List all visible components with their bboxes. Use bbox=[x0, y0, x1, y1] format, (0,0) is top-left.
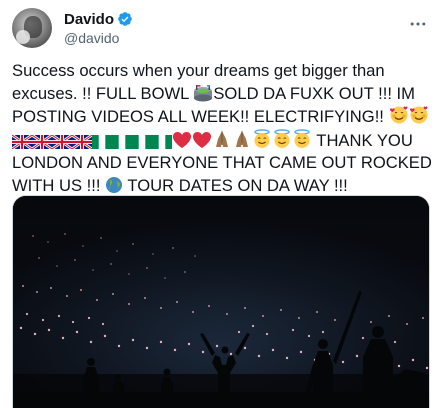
verified-badge-icon bbox=[118, 12, 132, 26]
stadium-emoji-icon bbox=[194, 84, 213, 102]
tweet-media-photo[interactable] bbox=[12, 195, 430, 408]
author-handle[interactable]: @davido bbox=[64, 30, 133, 46]
nigeria-flag-emoji-icon bbox=[152, 134, 172, 149]
uk-flag-emoji-icon bbox=[52, 134, 72, 149]
tweet-card[interactable]: Davido @davido Success occurs when your … bbox=[0, 0, 442, 408]
smiling-face-with-halo-emoji-icon bbox=[294, 129, 310, 148]
nigeria-flag-emoji-icon bbox=[92, 134, 112, 149]
nigeria-flag-emoji-icon bbox=[112, 134, 132, 149]
author-avatar[interactable] bbox=[12, 8, 52, 48]
nigeria-flag-emoji-icon bbox=[132, 134, 152, 149]
avatar-hand bbox=[16, 30, 30, 44]
concert-photo-image bbox=[13, 196, 429, 408]
smiling-face-with-halo-emoji-icon bbox=[254, 129, 270, 148]
smiling-face-with-halo-emoji-icon bbox=[274, 129, 290, 148]
author-info: Davido @davido bbox=[64, 10, 133, 46]
author-display-name[interactable]: Davido bbox=[64, 11, 114, 28]
folded-hands-emoji-icon bbox=[216, 130, 228, 147]
more-options-icon[interactable] bbox=[408, 14, 428, 34]
smiling-face-with-hearts-emoji-icon bbox=[389, 106, 408, 124]
tweet-header: Davido @davido bbox=[12, 8, 432, 48]
uk-flag-emoji-icon bbox=[72, 134, 92, 149]
uk-flag-emoji-icon bbox=[12, 134, 32, 149]
red-heart-emoji-icon bbox=[193, 131, 211, 148]
red-heart-emoji-icon bbox=[173, 131, 191, 148]
globe-emoji-icon bbox=[106, 176, 123, 193]
tweet-text-part-4: TOUR DATES ON DA WAY !!! bbox=[123, 175, 348, 195]
author-name-row: Davido bbox=[64, 10, 133, 28]
tweet-text: Success occurs when your dreams get bigg… bbox=[12, 60, 432, 198]
uk-flag-emoji-icon bbox=[32, 134, 52, 149]
smiling-face-with-hearts-emoji-icon bbox=[409, 106, 428, 124]
folded-hands-emoji-icon bbox=[236, 130, 248, 147]
